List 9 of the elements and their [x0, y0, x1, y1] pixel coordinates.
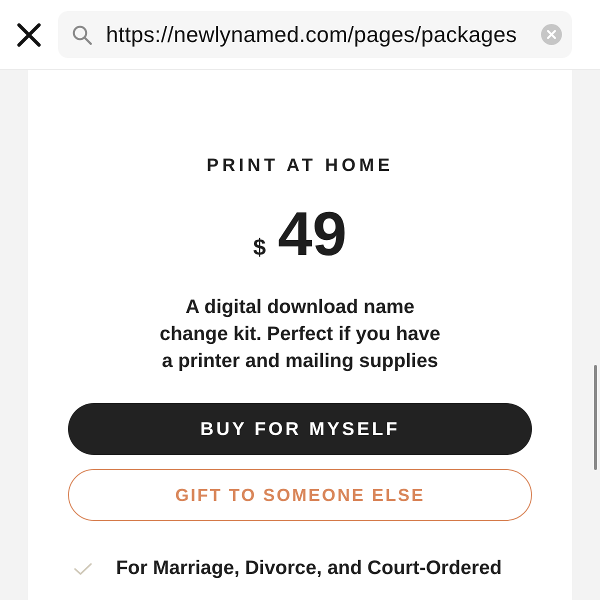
search-icon — [72, 24, 92, 44]
address-bar[interactable]: https://newlynamed.com/pages/packages — [58, 11, 572, 58]
package-title: PRINT AT HOME — [206, 155, 394, 176]
currency-symbol: $ — [253, 234, 266, 261]
check-icon — [74, 563, 92, 575]
buy-button[interactable]: BUY FOR MYSELF — [68, 403, 532, 455]
package-description: A digital download name change kit. Perfect if you have a printer and mailing supplies — [158, 295, 442, 374]
feature-text: For Marriage, Divorce, and Court-Ordered — [116, 556, 502, 581]
price-amount: 49 — [278, 204, 347, 266]
